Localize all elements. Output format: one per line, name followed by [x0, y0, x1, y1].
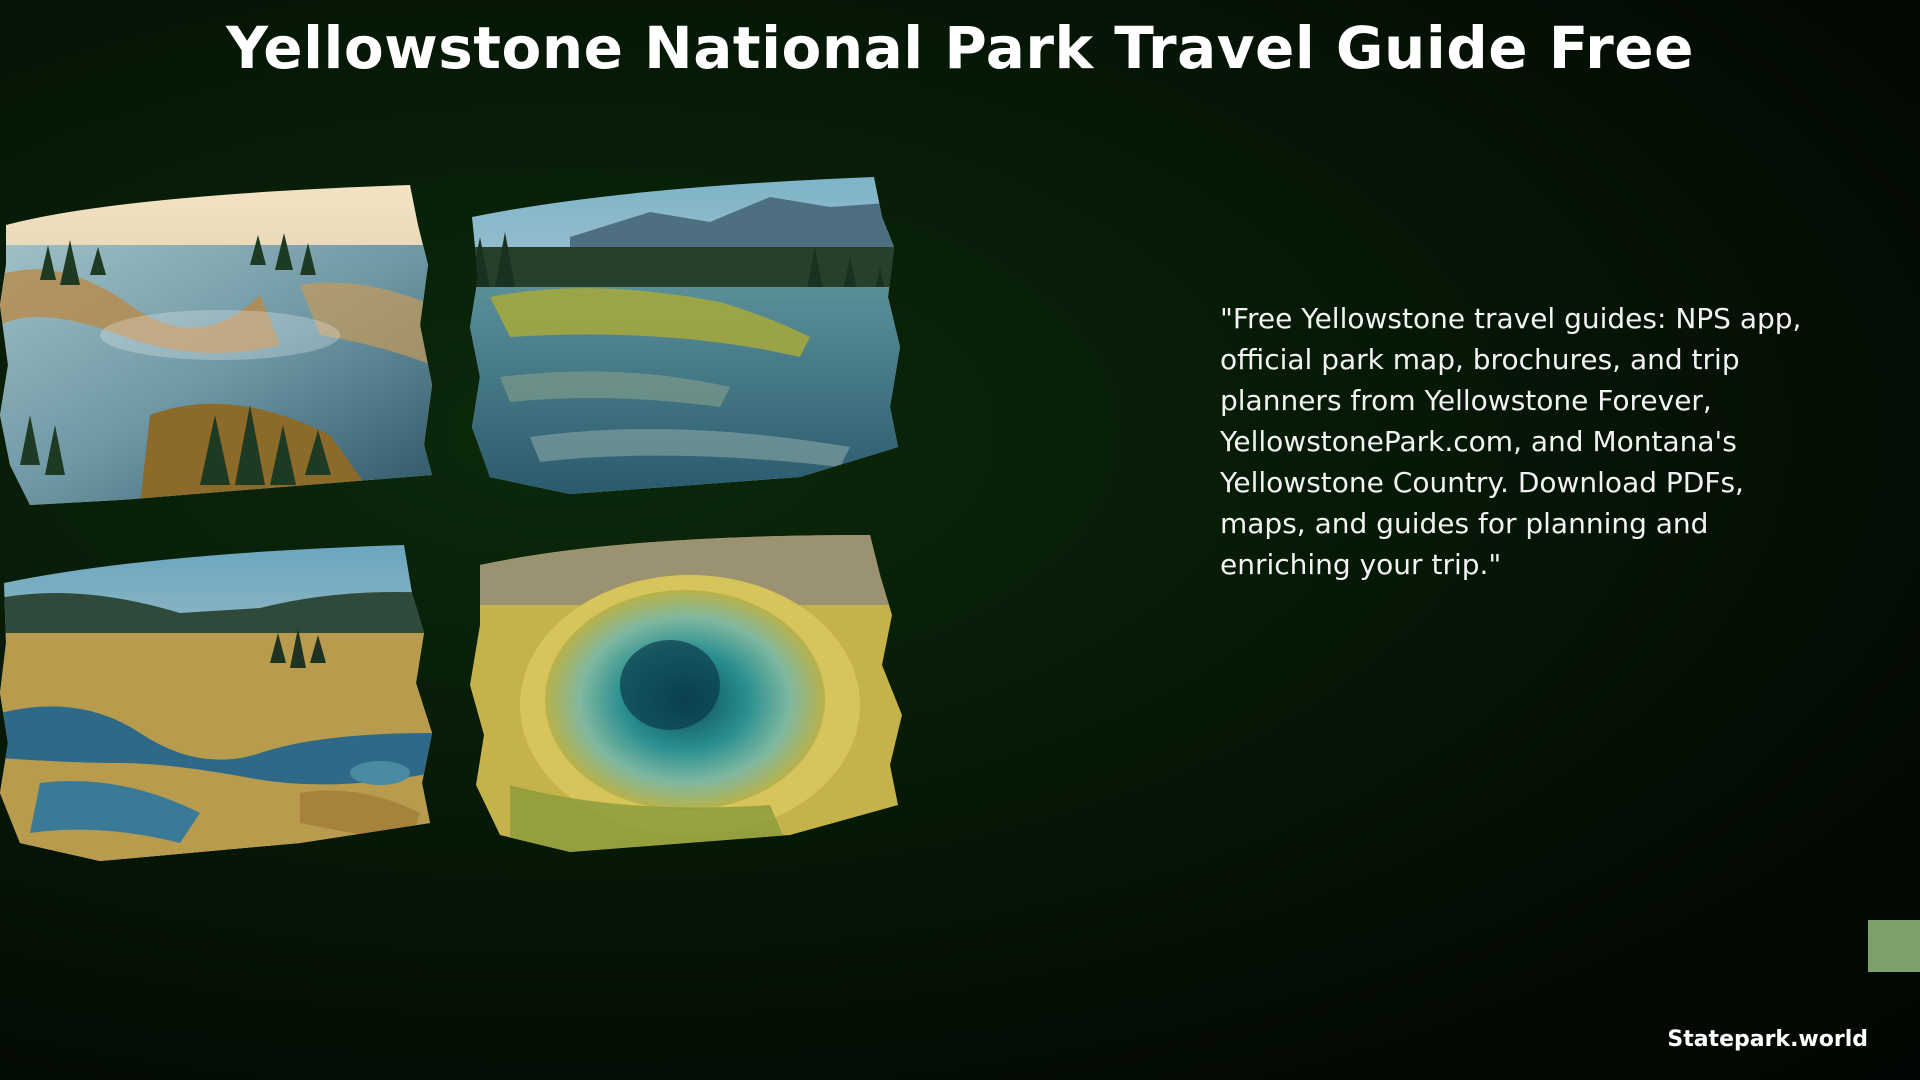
photo-hot-spring — [470, 535, 902, 852]
photo-valley-wetland — [0, 543, 432, 861]
photo-misty-river-forest — [0, 185, 432, 505]
photo-mountain-lake-marsh — [470, 177, 900, 494]
footer-brand[interactable]: Statepark.world — [1667, 1026, 1868, 1054]
accent-square — [1868, 920, 1920, 972]
page-title: Yellowstone National Park Travel Guide F… — [226, 14, 1694, 82]
description-text: "Free Yellowstone travel guides: NPS app… — [1220, 302, 1802, 581]
